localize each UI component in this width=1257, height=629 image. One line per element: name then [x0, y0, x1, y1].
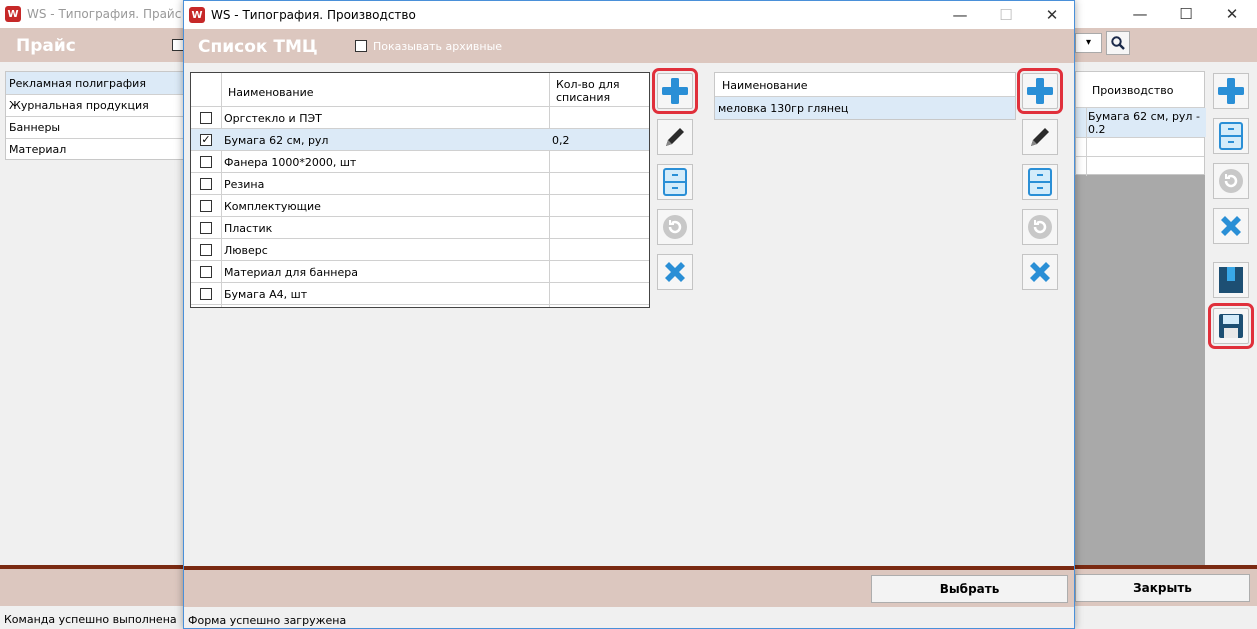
row-name: Бумага 62 см, рул — [224, 134, 329, 147]
table-row[interactable]: Оргстекло и ПЭТ — [191, 107, 649, 129]
row-checkbox[interactable] — [200, 112, 212, 124]
cabinet-icon — [1219, 122, 1243, 150]
cabinet-icon — [663, 168, 687, 196]
back-save-button[interactable] — [1208, 303, 1254, 349]
plus-icon — [1218, 78, 1244, 104]
row-checkbox[interactable] — [200, 156, 212, 168]
back-archive-button[interactable] — [1213, 118, 1249, 154]
table-row[interactable]: ✓ Бумага 62 см, рул 0,2 — [191, 129, 649, 151]
plus-icon — [1027, 78, 1053, 104]
front-window: W WS - Типография. Производство — ☐ ✕ Сп… — [183, 0, 1075, 629]
front-page-title: Список ТМЦ — [198, 37, 318, 57]
save-icon — [1219, 314, 1243, 338]
category-list: Рекламная полиграфия Журнальная продукци… — [5, 71, 188, 160]
cabinet-icon — [1028, 168, 1052, 196]
back-bookmark-button[interactable] — [1213, 262, 1249, 298]
delete-icon — [665, 262, 685, 282]
pencil-icon — [666, 128, 684, 146]
archive-material-button[interactable] — [657, 164, 693, 200]
delete-icon — [1221, 216, 1241, 236]
delete-icon — [1030, 262, 1050, 282]
category-item[interactable]: Баннеры — [9, 121, 60, 134]
add-material-button[interactable] — [652, 68, 698, 114]
row-checkbox[interactable] — [200, 288, 212, 300]
column-header-qty: Кол-во для списания — [556, 78, 620, 104]
close-form-button[interactable]: Закрыть — [1075, 574, 1250, 602]
restore-icon — [663, 215, 687, 239]
show-archived-label: Показывать архивные — [373, 40, 503, 53]
back-restore-button[interactable] — [1213, 163, 1249, 199]
back-minimize-button[interactable]: — — [1117, 0, 1163, 28]
restore-material-button[interactable] — [657, 209, 693, 245]
back-add-button[interactable] — [1213, 73, 1249, 109]
row-name: Комплектующие — [224, 200, 321, 213]
production-cell: Бумага 62 см, рул - 0.2 — [1088, 110, 1200, 136]
materials-table: Наименование Кол-во для списания Оргстек… — [190, 72, 650, 308]
back-filter-dropdown[interactable]: ▾ — [1075, 33, 1102, 53]
restore-icon — [1219, 169, 1243, 193]
back-window-title: WS - Типография. Прайс — [27, 7, 182, 21]
second-column-header: Наименование — [722, 79, 808, 92]
bookmark-icon — [1219, 267, 1243, 293]
front-close-button[interactable]: ✕ — [1029, 1, 1074, 29]
table-row[interactable]: Пластик — [191, 217, 649, 239]
row-name: Резина — [224, 178, 265, 191]
production-column-header: Производство — [1092, 84, 1174, 97]
select-button[interactable]: Выбрать — [871, 575, 1068, 603]
row-name: Оргстекло и ПЭТ — [224, 112, 322, 125]
second-row-cell: меловка 130гр глянец — [718, 102, 849, 115]
second-table: Наименование меловка 130гр глянец — [714, 72, 1016, 120]
back-delete-button[interactable] — [1213, 208, 1249, 244]
table-row[interactable]: Резина — [191, 173, 649, 195]
table-row[interactable]: Материал для баннера — [191, 261, 649, 283]
back-search-button[interactable] — [1106, 31, 1130, 55]
edit-material-button[interactable] — [657, 119, 693, 155]
category-item[interactable]: Журнальная продукция — [9, 99, 149, 112]
back-page-title: Прайс — [16, 36, 76, 56]
add-item-button[interactable] — [1017, 68, 1063, 114]
app-icon: W — [5, 6, 21, 22]
front-status-bar: Форма успешно загружена — [184, 609, 1074, 628]
table-row[interactable]: Люверс — [191, 239, 649, 261]
front-maximize-button[interactable]: ☐ — [983, 1, 1029, 29]
show-archived-checkbox[interactable] — [355, 40, 367, 52]
row-name: Бумага А4, шт — [224, 288, 308, 301]
row-name: Материал для баннера — [224, 266, 358, 279]
back-close-button[interactable]: ✕ — [1209, 0, 1255, 28]
row-checkbox[interactable] — [200, 222, 212, 234]
row-checkbox[interactable]: ✓ — [200, 134, 212, 146]
delete-item-button[interactable] — [1022, 254, 1058, 290]
front-header: Список ТМЦ Показывать архивные — [184, 29, 1074, 63]
archive-item-button[interactable] — [1022, 164, 1058, 200]
row-checkbox[interactable] — [200, 200, 212, 212]
row-name: Фанера 1000*2000, шт — [224, 156, 357, 169]
edit-item-button[interactable] — [1022, 119, 1058, 155]
back-maximize-button[interactable]: ☐ — [1163, 0, 1209, 28]
plus-icon — [662, 78, 688, 104]
search-icon — [1111, 36, 1125, 50]
row-qty[interactable]: 0,2 — [552, 134, 570, 147]
table-row[interactable]: Фанера 1000*2000, шт — [191, 151, 649, 173]
row-checkbox[interactable] — [200, 178, 212, 190]
front-window-title: WS - Типография. Производство — [211, 8, 416, 22]
production-table: Производство Бумага 62 см, рул - 0.2 — [1075, 71, 1206, 176]
row-checkbox[interactable] — [200, 244, 212, 256]
front-minimize-button[interactable]: — — [937, 1, 983, 29]
category-item[interactable]: Материал — [9, 143, 66, 156]
table-row[interactable]: Бумага А4, шт — [191, 283, 649, 305]
delete-material-button[interactable] — [657, 254, 693, 290]
column-header-name: Наименование — [228, 86, 314, 99]
row-name: Люверс — [224, 244, 268, 257]
row-checkbox[interactable] — [200, 266, 212, 278]
table-row[interactable]: Комплектующие — [191, 195, 649, 217]
row-name: Пластик — [224, 222, 273, 235]
restore-icon — [1028, 215, 1052, 239]
category-item[interactable]: Рекламная полиграфия — [9, 77, 146, 90]
restore-item-button[interactable] — [1022, 209, 1058, 245]
pencil-icon — [1031, 128, 1049, 146]
app-icon: W — [189, 7, 205, 23]
